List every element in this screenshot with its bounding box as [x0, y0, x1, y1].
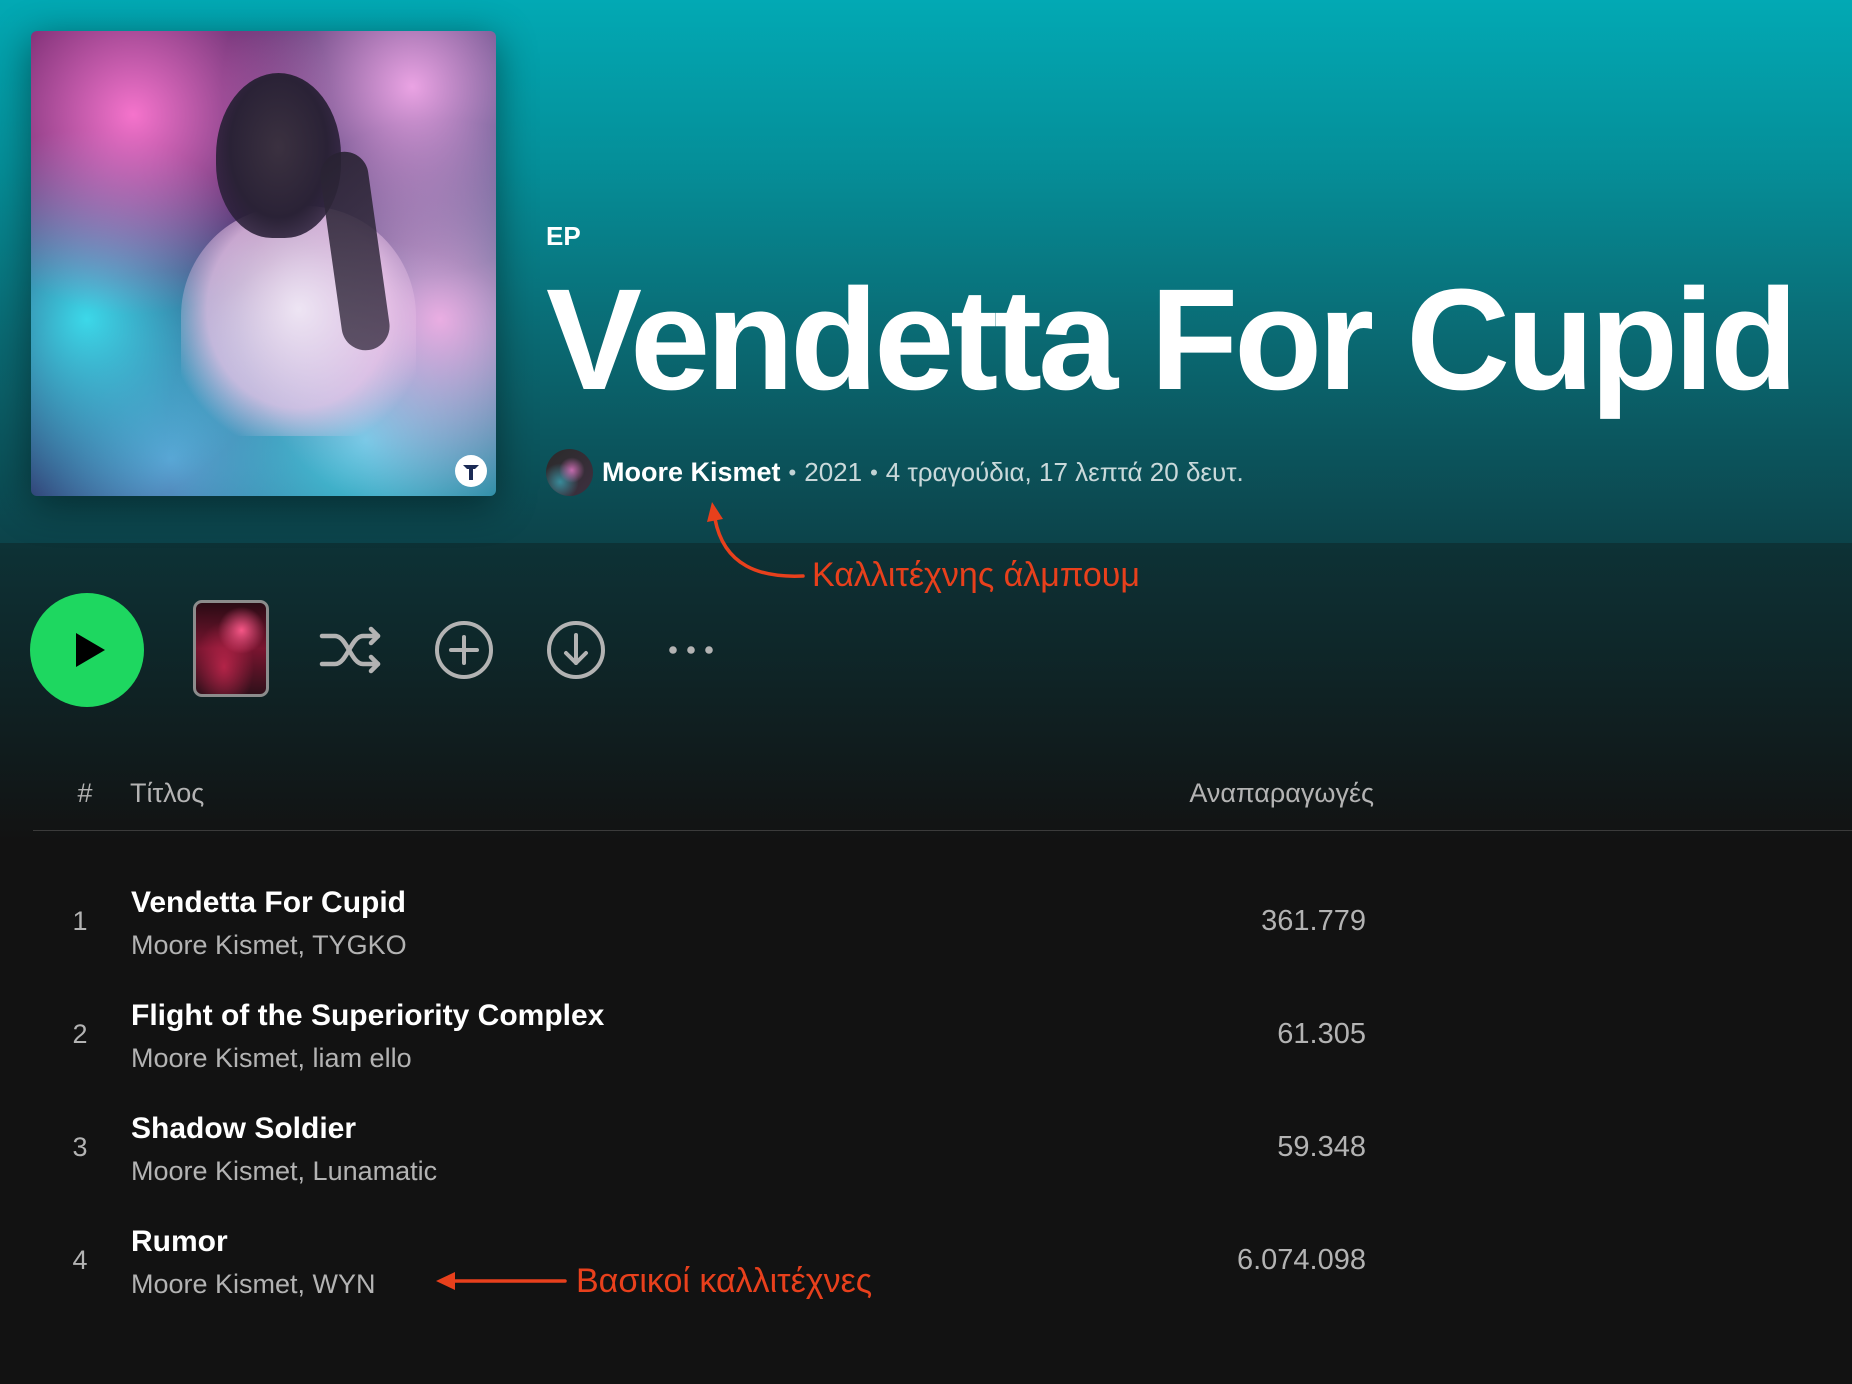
meta-separator: • — [870, 459, 878, 485]
album-summary: 4 τραγούδια, 17 λεπτά 20 δευτ. — [885, 457, 1244, 487]
track-row[interactable]: 3 Shadow Soldier Moore Kismet, Lunamatic… — [0, 1092, 1852, 1202]
table-divider — [33, 830, 1852, 831]
album-title: Vendetta For Cupid — [546, 259, 1798, 420]
column-number-header: # — [77, 778, 93, 808]
cover-figure-head — [216, 73, 341, 238]
annotation-main-artists: Βασικοί καλλιτέχνες — [576, 1262, 873, 1300]
track-row[interactable]: 1 Vendetta For Cupid Moore Kismet, TYGKO… — [0, 866, 1852, 976]
album-artist-link[interactable]: Moore Kismet — [602, 457, 781, 488]
track-row[interactable]: 4 Rumor Moore Kismet, WYN 6.074.098 — [0, 1205, 1852, 1315]
label-logo-icon — [455, 455, 487, 487]
play-button[interactable] — [30, 593, 144, 707]
track-title[interactable]: Rumor — [131, 1225, 228, 1259]
more-dots-icon[interactable] — [664, 640, 718, 660]
column-plays-header[interactable]: Αναπαραγωγές — [1189, 776, 1374, 810]
track-artists[interactable]: Moore Kismet, liam ello — [131, 1042, 412, 1074]
plus-circle-icon[interactable] — [433, 619, 495, 681]
track-artists[interactable]: Moore Kismet, WYN — [131, 1268, 376, 1300]
track-number: 3 — [72, 1132, 88, 1162]
track-number: 1 — [72, 906, 88, 936]
track-table-header: # Τίτλος Αναπαραγωγές — [0, 776, 1852, 810]
track-plays: 6.074.098 — [1236, 1244, 1366, 1276]
track-row[interactable]: 2 Flight of the Superiority Complex Moor… — [0, 979, 1852, 1089]
track-number: 4 — [72, 1245, 88, 1275]
track-plays: 361.779 — [1261, 905, 1366, 937]
track-plays: 59.348 — [1277, 1131, 1366, 1163]
download-icon[interactable] — [545, 619, 607, 681]
column-title-header[interactable]: Τίτλος — [130, 776, 204, 810]
track-title[interactable]: Flight of the Superiority Complex — [131, 999, 604, 1033]
shuffle-icon[interactable] — [316, 615, 386, 685]
track-artists[interactable]: Moore Kismet, TYGKO — [131, 929, 407, 961]
annotation-album-artist: Καλλιτέχνης άλμπουμ — [812, 556, 1140, 594]
album-cover-art[interactable] — [31, 31, 496, 496]
album-year: 2021 — [804, 457, 863, 487]
track-title[interactable]: Shadow Soldier — [131, 1112, 356, 1146]
track-artists[interactable]: Moore Kismet, Lunamatic — [131, 1155, 437, 1187]
track-plays: 61.305 — [1277, 1018, 1366, 1050]
play-icon — [76, 633, 105, 667]
album-meta-row: Moore Kismet • 2021 • 4 τραγούδια, 17 λε… — [546, 449, 1244, 496]
artist-avatar[interactable] — [546, 449, 593, 496]
meta-separator: • — [788, 459, 797, 485]
track-number: 2 — [72, 1019, 88, 1049]
album-type-label: EP — [546, 221, 581, 251]
track-title[interactable]: Vendetta For Cupid — [131, 886, 406, 920]
queue-thumbnail-button[interactable] — [193, 600, 269, 697]
